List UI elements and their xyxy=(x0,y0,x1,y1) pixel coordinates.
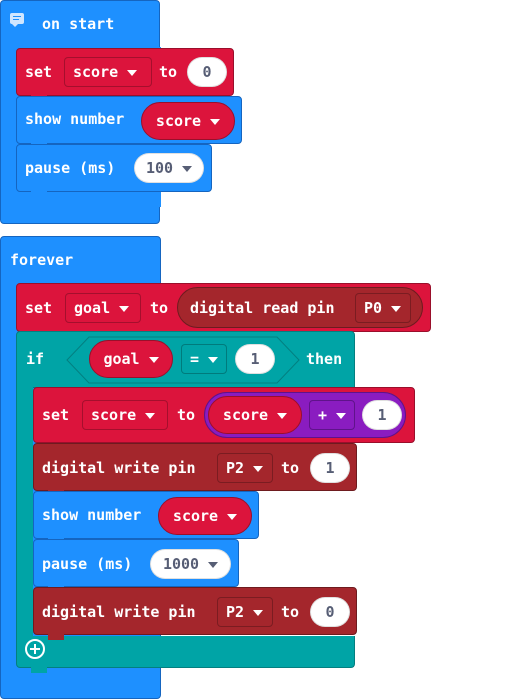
set-goal-block[interactable]: set goal to digital read pin P0 xyxy=(16,283,431,332)
if-label: if xyxy=(26,350,45,368)
write-value-input[interactable]: 1 xyxy=(310,453,350,483)
show-number-block[interactable]: show number score xyxy=(16,96,242,144)
pin-dropdown[interactable]: P2 xyxy=(217,453,273,483)
if-block-arm xyxy=(16,387,33,637)
chevron-down-icon xyxy=(391,306,402,312)
chevron-down-icon xyxy=(182,166,193,172)
set-label: set xyxy=(25,299,53,317)
if-block-footer xyxy=(16,636,355,668)
pause-label: pause (ms) xyxy=(25,159,116,177)
chevron-down-icon xyxy=(145,413,156,419)
chevron-down-icon xyxy=(208,562,219,568)
chevron-down-icon xyxy=(210,119,221,125)
chevron-down-icon xyxy=(336,413,347,419)
variable-dropdown[interactable]: score xyxy=(64,57,152,87)
goal-reporter[interactable]: goal xyxy=(89,340,173,378)
chevron-down-icon xyxy=(148,357,159,363)
score-reporter[interactable]: score xyxy=(208,396,302,434)
pin-dropdown[interactable]: P2 xyxy=(217,597,273,627)
show-number-label: show number xyxy=(42,506,142,524)
forever-label: forever xyxy=(10,251,74,269)
chevron-down-icon xyxy=(119,306,130,312)
compare-value-input[interactable]: 1 xyxy=(235,344,275,374)
math-operator-dropdown[interactable]: + xyxy=(309,400,355,430)
pause-label: pause (ms) xyxy=(42,555,133,573)
show-number-label: show number xyxy=(25,110,125,128)
set-label: set xyxy=(42,406,70,424)
pause-duration-dropdown[interactable]: 1000 xyxy=(150,549,231,579)
chevron-down-icon xyxy=(208,357,219,363)
chevron-down-icon xyxy=(127,70,138,76)
set-label: set xyxy=(25,63,53,81)
if-then-block[interactable]: if goal = 1 then xyxy=(16,331,355,388)
show-number-block[interactable]: show number score xyxy=(33,491,259,539)
variable-dropdown[interactable]: goal xyxy=(65,293,141,323)
pause-duration-dropdown[interactable]: 100 xyxy=(134,153,204,183)
chevron-down-icon xyxy=(253,466,264,472)
value-input[interactable]: 0 xyxy=(187,57,227,87)
to-label: to xyxy=(177,406,196,424)
comment-icon[interactable] xyxy=(10,13,24,27)
operator-dropdown[interactable]: = xyxy=(181,344,227,374)
variable-reporter[interactable]: score xyxy=(141,102,235,140)
digital-write-low-block[interactable]: digital write pin P2 to 0 xyxy=(33,587,357,635)
pin-dropdown[interactable]: P0 xyxy=(355,293,411,323)
chevron-down-icon xyxy=(277,413,288,419)
pause-block[interactable]: pause (ms) 1000 xyxy=(33,539,239,587)
chevron-down-icon xyxy=(227,514,238,520)
digital-write-high-block[interactable]: digital write pin P2 to 1 xyxy=(33,443,357,491)
increment-score-block[interactable]: set score to score + 1 xyxy=(33,387,415,443)
digital-write-label: digital write pin xyxy=(42,459,196,477)
increment-value-input[interactable]: 1 xyxy=(362,400,402,430)
then-label: then xyxy=(306,350,343,368)
variable-dropdown[interactable]: score xyxy=(82,400,168,430)
add-else-icon[interactable] xyxy=(25,639,45,659)
to-label: to xyxy=(159,63,178,81)
write-value-input[interactable]: 0 xyxy=(310,597,350,627)
to-label: to xyxy=(150,299,169,317)
to-label: to xyxy=(281,459,300,477)
pause-block[interactable]: pause (ms) 100 xyxy=(16,144,212,192)
on-start-label: on start xyxy=(42,15,115,33)
variable-reporter[interactable]: score xyxy=(158,497,252,535)
to-label: to xyxy=(281,603,300,621)
set-score-block[interactable]: set score to 0 xyxy=(16,48,234,96)
digital-write-label: digital write pin xyxy=(42,603,196,621)
chevron-down-icon xyxy=(253,610,264,616)
